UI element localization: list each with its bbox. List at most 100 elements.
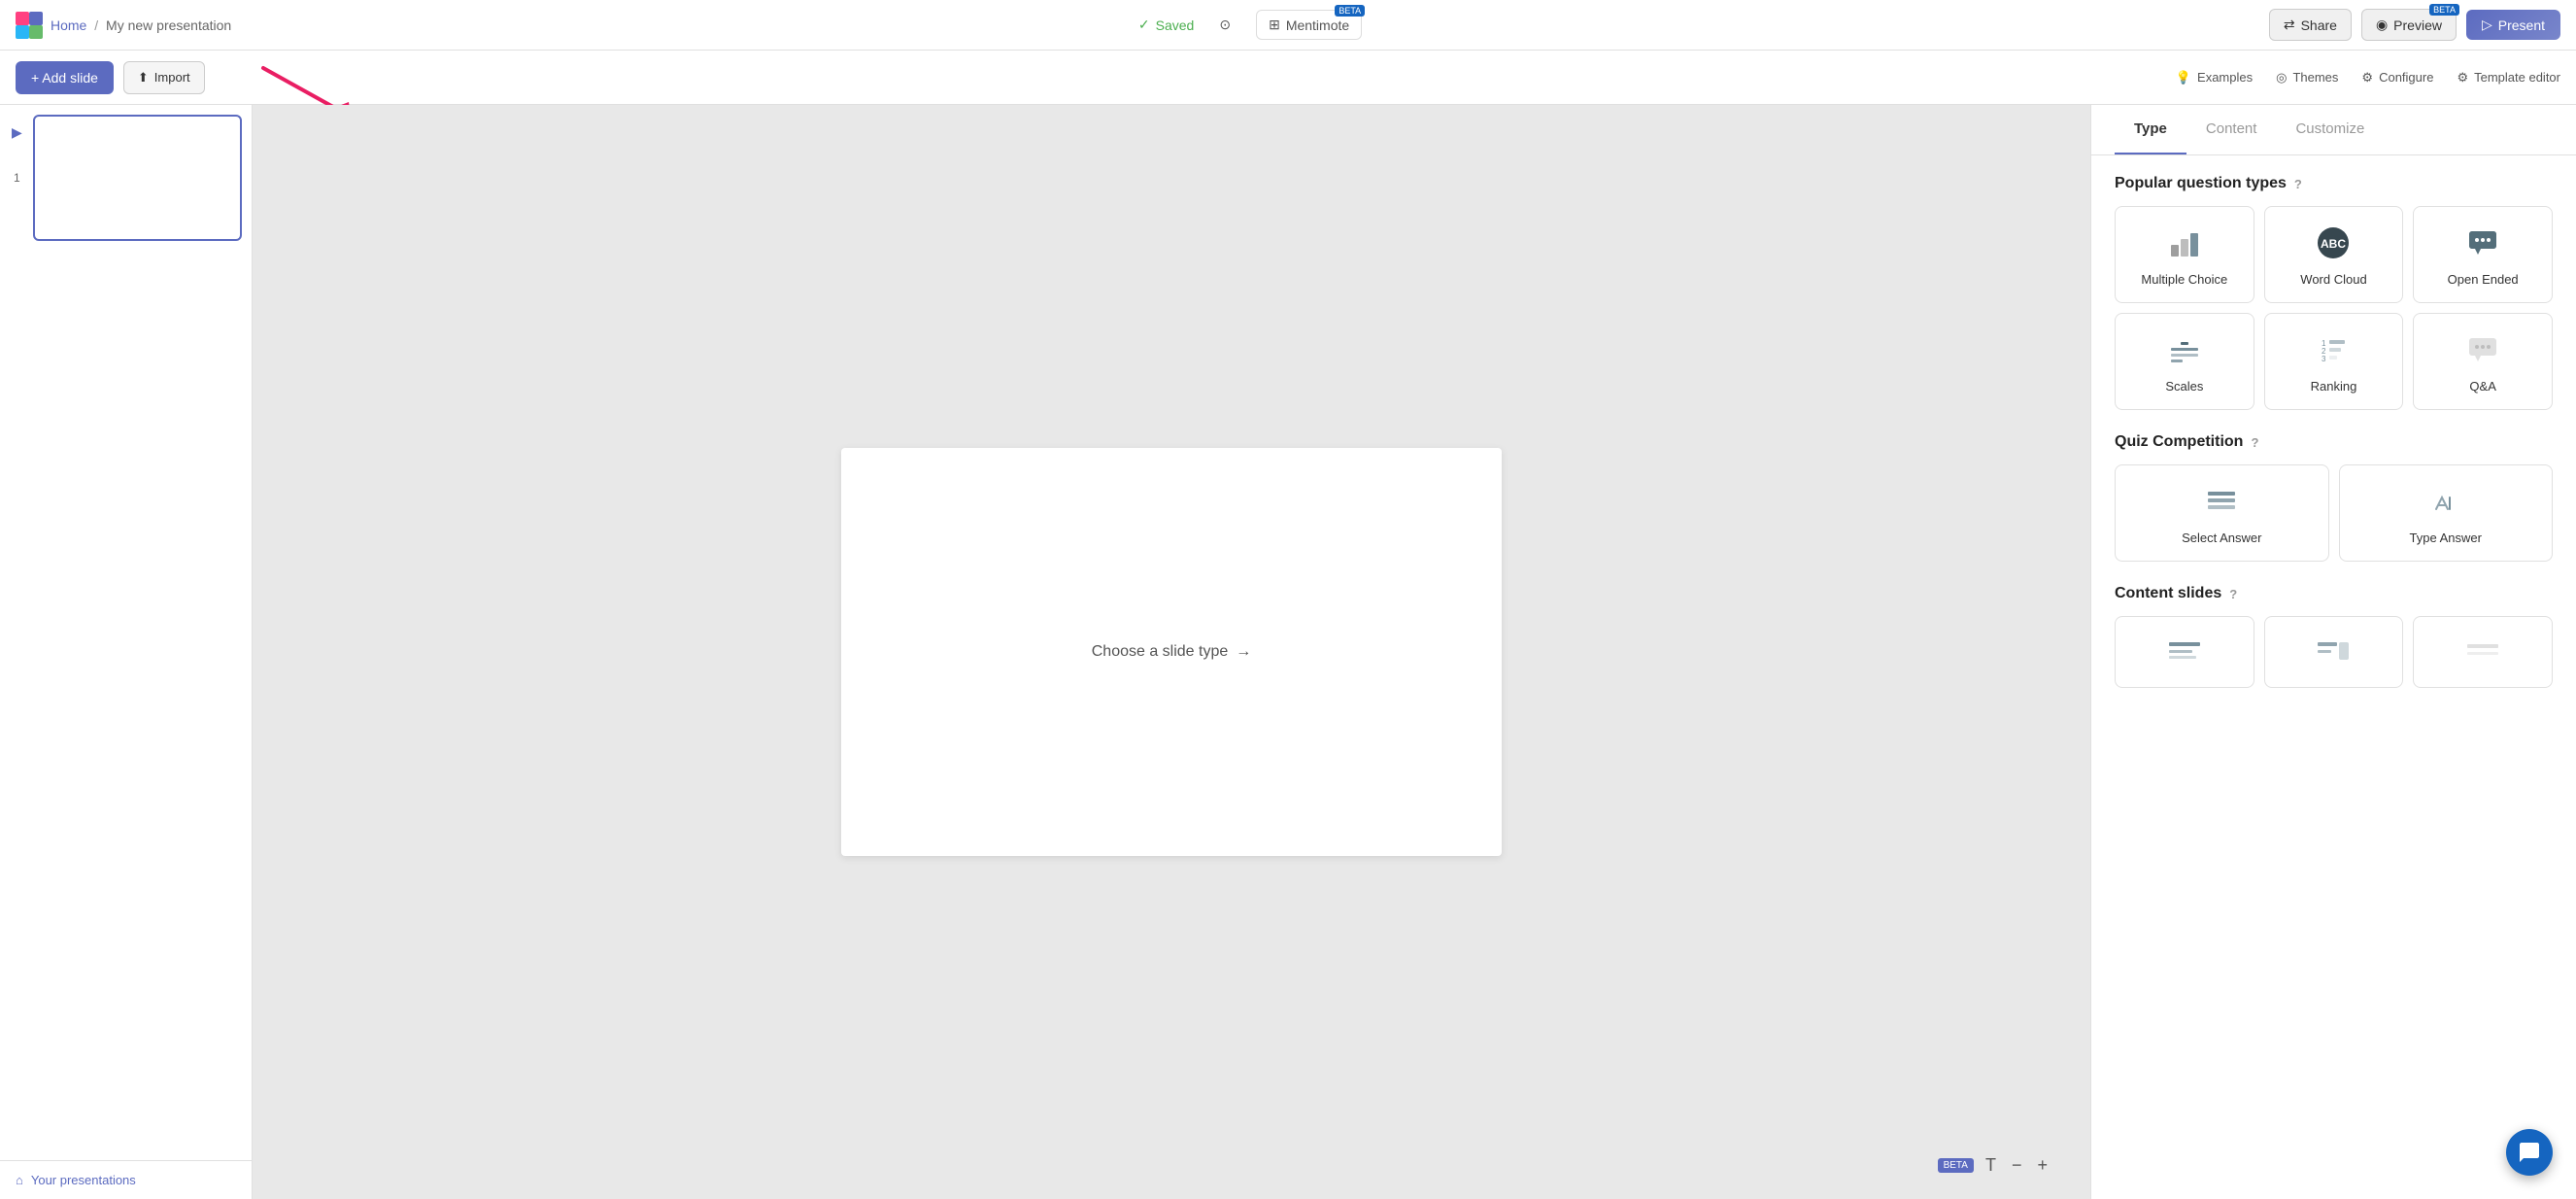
content-type-1-icon xyxy=(2165,633,2204,671)
choose-slide-prompt: Choose a slide type → xyxy=(1092,643,1252,661)
content-type-2-icon xyxy=(2314,633,2353,671)
word-cloud-label: Word Cloud xyxy=(2300,272,2366,287)
type-card-ranking[interactable]: 1 2 3 Ranking xyxy=(2264,313,2404,410)
right-panel: Type Content Customize Popular question … xyxy=(2090,105,2576,1199)
eye-icon: ◉ xyxy=(2376,17,2388,33)
ranking-icon: 1 2 3 xyxy=(2314,330,2353,369)
panel-content: Popular question types ? Multiple Choice xyxy=(2091,155,2576,731)
mentimote-beta-badge: BETA xyxy=(1335,5,1365,17)
slide-number: 1 xyxy=(14,171,20,185)
remote-icon: ⊞ xyxy=(1269,17,1280,33)
zoom-in-button[interactable]: + xyxy=(2033,1151,2051,1180)
configure-action[interactable]: ⚙ Configure xyxy=(2361,70,2433,86)
type-card-scales[interactable]: Scales xyxy=(2115,313,2254,410)
tab-content[interactable]: Content xyxy=(2186,105,2277,154)
beta-label: BETA xyxy=(1938,1158,1974,1173)
panel-tabs: Type Content Customize xyxy=(2091,105,2576,155)
quiz-help-icon[interactable]: ? xyxy=(2251,435,2258,450)
open-ended-label: Open Ended xyxy=(2448,272,2519,287)
content-types-grid xyxy=(2115,616,2553,688)
saved-indicator: ✓ Saved xyxy=(1138,17,1194,33)
type-card-content-3[interactable] xyxy=(2413,616,2553,688)
upload-icon: ⬆ xyxy=(138,70,149,86)
tab-customize[interactable]: Customize xyxy=(2276,105,2384,154)
type-card-select-answer[interactable]: Select Answer xyxy=(2115,464,2329,562)
home-icon: ⌂ xyxy=(16,1173,23,1187)
svg-text:ABC: ABC xyxy=(2321,237,2346,251)
share-icon: ⇄ xyxy=(2284,17,2295,33)
canvas-toolbar: BETA T − + xyxy=(1938,1151,2051,1180)
import-button[interactable]: ⬆ Import xyxy=(123,61,205,94)
slide-play-indicator: ▶ xyxy=(12,124,22,141)
play-icon: ▷ xyxy=(2482,17,2492,33)
open-ended-icon xyxy=(2463,223,2502,262)
toolbar-right: 💡 Examples ◎ Themes ⚙ Configure ⚙ Templa… xyxy=(2176,70,2560,86)
slides-panel: ▶ 1 xyxy=(0,105,252,1160)
breadcrumb-home[interactable]: Home xyxy=(51,17,86,33)
check-icon: ✓ xyxy=(1138,17,1150,33)
examples-action[interactable]: 💡 Examples xyxy=(2176,70,2253,86)
type-card-content-1[interactable] xyxy=(2115,616,2254,688)
sidebar-footer: ⌂ Your presentations xyxy=(0,1160,252,1199)
select-answer-icon xyxy=(2202,482,2241,521)
mentimeter-logo xyxy=(16,12,43,39)
qa-icon xyxy=(2463,330,2502,369)
select-answer-label: Select Answer xyxy=(2182,531,2261,545)
canvas-area: Choose a slide type → BETA T − + xyxy=(253,105,2090,1199)
type-card-open-ended[interactable]: Open Ended xyxy=(2413,206,2553,303)
type-card-multiple-choice[interactable]: Multiple Choice xyxy=(2115,206,2254,303)
template-editor-action[interactable]: ⚙ Template editor xyxy=(2457,70,2560,86)
quiz-section-header: Quiz Competition ? xyxy=(2115,433,2553,451)
ranking-label: Ranking xyxy=(2311,379,2357,394)
gear-icon: ⚙ xyxy=(2361,70,2373,86)
multiple-choice-label: Multiple Choice xyxy=(2141,272,2227,287)
add-slide-button[interactable]: + Add slide xyxy=(16,61,114,94)
share-button[interactable]: ⇄ Share xyxy=(2269,9,2352,41)
help-circle-icon: ⊙ xyxy=(1219,17,1231,33)
popular-types-grid: Multiple Choice ABC Word Cloud xyxy=(2115,206,2553,410)
lightbulb-icon: 💡 xyxy=(2176,70,2191,86)
popular-help-icon[interactable]: ? xyxy=(2294,177,2302,191)
multiple-choice-icon xyxy=(2165,223,2204,262)
nav-center: ✓ Saved ⊙ ⊞ Mentimote BETA xyxy=(1138,10,1362,40)
type-card-content-2[interactable] xyxy=(2264,616,2404,688)
chat-icon xyxy=(2518,1141,2541,1164)
type-answer-icon xyxy=(2426,482,2465,521)
scales-label: Scales xyxy=(2165,379,2203,394)
slides-sidebar: ▶ 1 ⌂ Your presentations xyxy=(0,105,253,1199)
themes-action[interactable]: ◎ Themes xyxy=(2276,70,2338,86)
content-help-icon[interactable]: ? xyxy=(2229,587,2237,601)
word-cloud-icon: ABC xyxy=(2314,223,2353,262)
type-card-word-cloud[interactable]: ABC Word Cloud xyxy=(2264,206,2404,303)
your-presentations-link[interactable]: ⌂ Your presentations xyxy=(16,1173,236,1187)
svg-text:3: 3 xyxy=(2322,355,2326,363)
text-tool-button[interactable]: T xyxy=(1982,1151,2000,1180)
type-card-type-answer[interactable]: Type Answer xyxy=(2339,464,2554,562)
preview-beta-badge: BETA xyxy=(2429,4,2459,16)
scales-icon xyxy=(2165,330,2204,369)
slide-thumbnail[interactable] xyxy=(33,115,242,241)
type-answer-label: Type Answer xyxy=(2410,531,2482,545)
nav-left: Home / My new presentation xyxy=(16,12,231,39)
content-section-header: Content slides ? xyxy=(2115,585,2553,602)
breadcrumb: Home / My new presentation xyxy=(51,17,231,33)
type-card-qa[interactable]: Q&A xyxy=(2413,313,2553,410)
template-icon: ⚙ xyxy=(2457,70,2468,86)
help-button[interactable]: ⊙ xyxy=(1209,11,1240,39)
editor-toolbar: + Add slide ⬆ Import 💡 Examples ◎ Themes… xyxy=(0,51,2576,105)
palette-icon: ◎ xyxy=(2276,70,2287,86)
zoom-out-button[interactable]: − xyxy=(2008,1151,2026,1180)
content-type-3-icon xyxy=(2463,633,2502,671)
toolbar-left: + Add slide ⬆ Import xyxy=(16,61,215,94)
popular-section-header: Popular question types ? xyxy=(2115,175,2553,192)
main-content: ▶ 1 ⌂ Your presentations Choose a slide … xyxy=(0,105,2576,1199)
chat-support-button[interactable] xyxy=(2506,1129,2553,1176)
top-navigation: Home / My new presentation ✓ Saved ⊙ ⊞ M… xyxy=(0,0,2576,51)
qa-label: Q&A xyxy=(2469,379,2495,394)
present-button[interactable]: ▷ Present xyxy=(2466,10,2560,40)
tab-type[interactable]: Type xyxy=(2115,105,2186,154)
slide-canvas[interactable]: Choose a slide type → xyxy=(841,448,1502,856)
mentimote-button[interactable]: ⊞ Mentimote BETA xyxy=(1256,10,1362,40)
quiz-types-grid: Select Answer Type Answer xyxy=(2115,464,2553,562)
preview-button[interactable]: ◉ Preview BETA xyxy=(2361,9,2457,41)
